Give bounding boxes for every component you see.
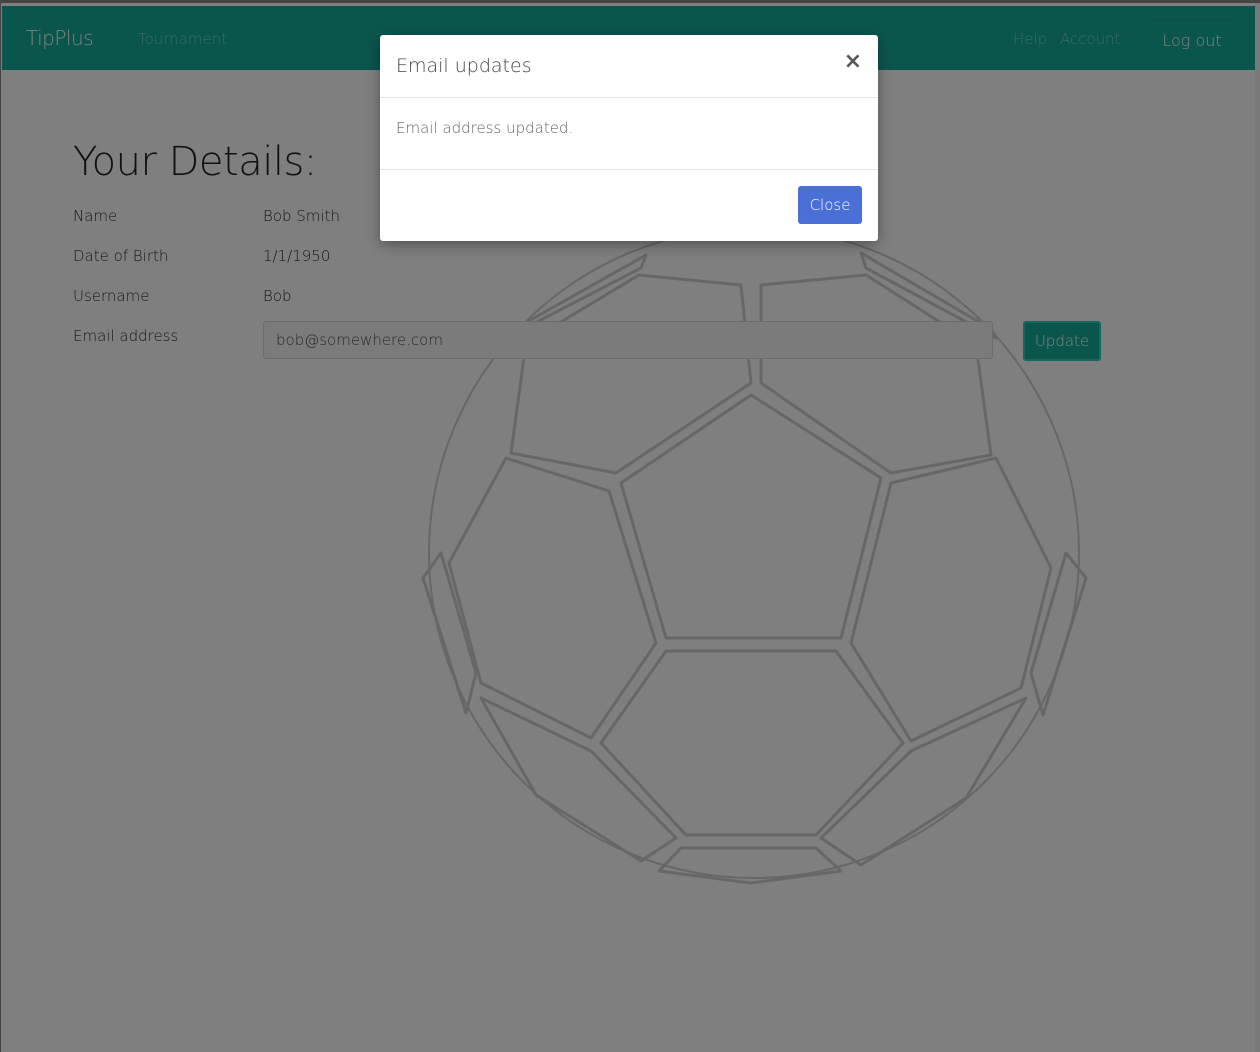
page: TipPlus Tournament Help Account Log out …	[0, 0, 1260, 1052]
dialog-footer: Close	[380, 169, 878, 242]
dialog-header: Email updates ×	[380, 35, 878, 98]
close-button[interactable]: Close	[798, 186, 862, 224]
dialog-message: Email address updated.	[396, 119, 574, 137]
dialog-title: Email updates	[396, 55, 532, 77]
close-icon[interactable]: ×	[844, 51, 862, 73]
email-updates-dialog: Email updates × Email address updated. C…	[380, 35, 878, 241]
